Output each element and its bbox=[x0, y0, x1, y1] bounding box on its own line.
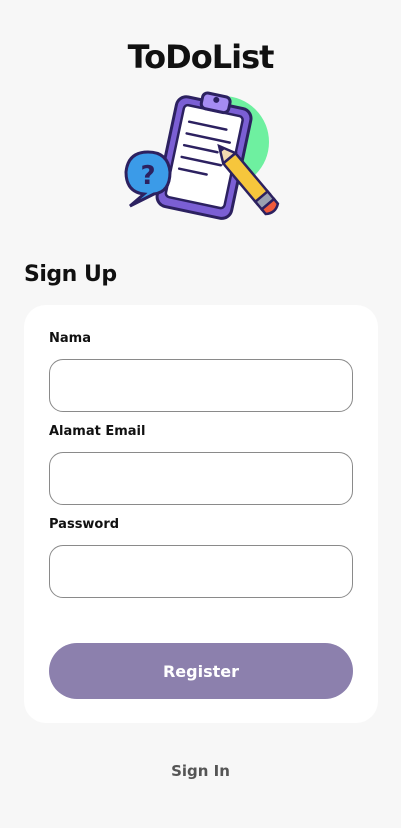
svg-text:?: ? bbox=[140, 161, 155, 191]
password-field[interactable] bbox=[49, 545, 353, 598]
page-title: Sign Up bbox=[24, 262, 117, 287]
email-label: Alamat Email bbox=[49, 424, 146, 439]
password-label: Password bbox=[49, 517, 120, 532]
app-title: ToDoList bbox=[127, 38, 275, 76]
name-label: Nama bbox=[49, 331, 91, 346]
register-button[interactable]: Register bbox=[49, 643, 353, 699]
sign-in-link[interactable]: Sign In bbox=[0, 762, 401, 780]
email-field[interactable] bbox=[49, 452, 353, 505]
signup-card: Nama Alamat Email Password Register bbox=[24, 305, 378, 723]
clipboard-illustration-icon: ? bbox=[124, 91, 280, 220]
name-field[interactable] bbox=[49, 359, 353, 412]
